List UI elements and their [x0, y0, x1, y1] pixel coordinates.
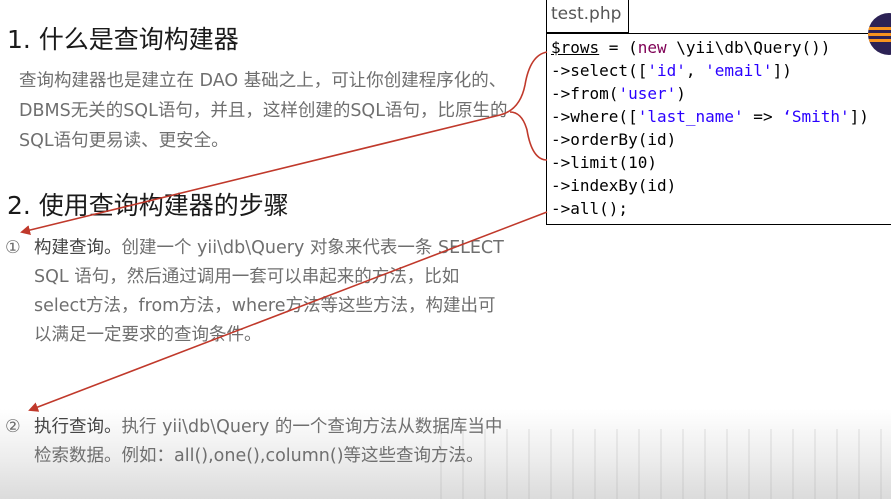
code-line: $rows = (new \yii\db\Query()): [551, 36, 891, 59]
code-token: = (: [599, 38, 638, 57]
code-token: \yii\db\Query()): [666, 38, 831, 57]
code-token: =>: [743, 107, 783, 126]
code-token: 'last_name': [637, 107, 744, 126]
code-token: ->limit(10): [551, 153, 657, 172]
code-token: 'user': [618, 84, 677, 103]
step-1-lead: 构建查询。: [34, 238, 122, 258]
code-token: ->where([: [551, 107, 638, 126]
code-token: ‘Smith': [782, 107, 850, 126]
code-token: ->all();: [551, 199, 629, 218]
step-2-lead: 执行查询。: [34, 417, 122, 437]
code-token: 'id': [647, 61, 686, 80]
code-line: ->select(['id', 'email']): [551, 59, 891, 82]
code-line: ->where(['last_name' => ‘Smith']): [551, 105, 891, 128]
code-editor: $rows = (new \yii\db\Query()) ->select(['…: [546, 33, 891, 225]
code-token: ): [676, 84, 686, 103]
step-2-number: ②: [5, 417, 21, 437]
file-tab-test-php[interactable]: test.php: [546, 0, 629, 33]
code-line: ->indexBy(id): [551, 174, 891, 197]
code-line: ->limit(10): [551, 151, 891, 174]
code-token: new: [637, 38, 667, 57]
background-texture: [440, 429, 891, 499]
code-line: ->all();: [551, 197, 891, 220]
code-token: ->orderBy(id): [551, 130, 677, 149]
section-2-title: 2. 使用查询构建器的步骤: [7, 191, 289, 220]
step-1: ① 构建查询。创建一个 yii\db\Query 对象来代表一条 SELECT …: [5, 234, 505, 350]
code-token: $rows: [551, 38, 600, 57]
code-token: 'email': [705, 61, 773, 80]
code-line: ->from('user'): [551, 82, 891, 105]
code-token: ->indexBy(id): [551, 176, 677, 195]
code-token: ->select([: [551, 61, 648, 80]
step-1-body: 构建查询。创建一个 yii\db\Query 对象来代表一条 SELECT SQ…: [34, 234, 505, 350]
section-1-title: 1. 什么是查询构建器: [7, 25, 239, 54]
step-2-body: 执行查询。执行 yii\db\Query 的一个查询方法从数据库当中检索数据。例…: [34, 413, 505, 471]
step-2: ② 执行查询。执行 yii\db\Query 的一个查询方法从数据库当中检索数据…: [5, 413, 505, 471]
code-line: ->orderBy(id): [551, 128, 891, 151]
section-1-description: 查询构建器也是建立在 DAO 基础之上，可让你创建程序化的、DBMS无关的SQL…: [19, 71, 508, 151]
code-token: ]): [772, 61, 792, 80]
code-token: ]): [849, 107, 869, 126]
code-token: ->from(: [551, 84, 619, 103]
code-token: ,: [685, 61, 706, 80]
step-1-number: ①: [5, 238, 21, 258]
